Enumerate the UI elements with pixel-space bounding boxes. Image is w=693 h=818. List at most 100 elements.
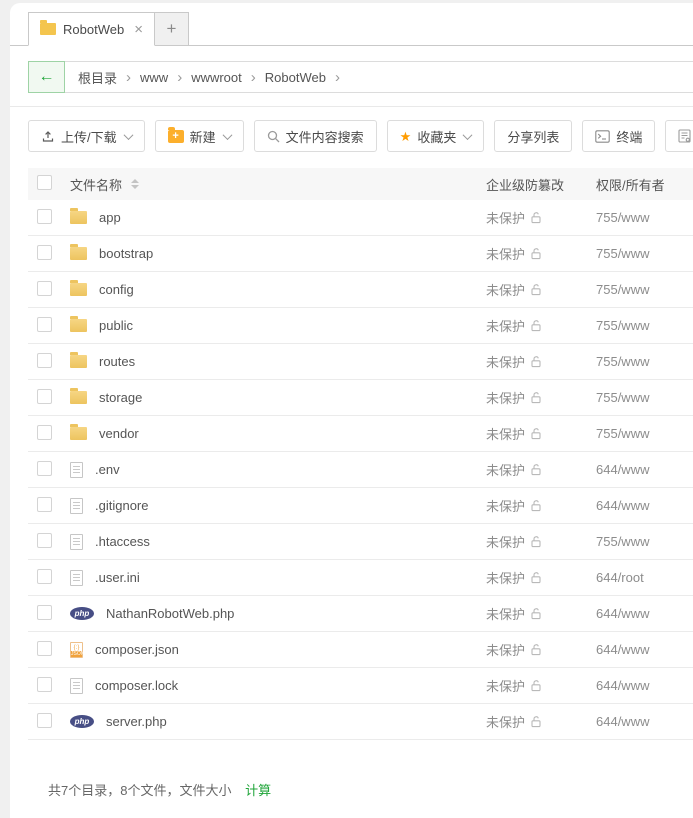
tamper-status[interactable]: 未保护 xyxy=(486,280,525,299)
file-name-link[interactable]: server.php xyxy=(106,714,167,729)
table-row: .gitignore 未保护 644/www xyxy=(28,488,693,524)
tamper-status[interactable]: 未保护 xyxy=(486,352,525,371)
tamper-status[interactable]: 未保护 xyxy=(486,244,525,263)
calculate-size-link[interactable]: 计算 xyxy=(245,783,271,798)
tamper-status[interactable]: 未保护 xyxy=(486,712,525,731)
file-name-link[interactable]: config xyxy=(99,282,134,297)
row-checkbox[interactable] xyxy=(37,604,52,620)
file-operations-log-button[interactable]: 文件操作记录 xyxy=(665,120,693,152)
close-icon[interactable]: × xyxy=(134,22,143,37)
file-name-link[interactable]: composer.lock xyxy=(95,678,178,693)
button-label: 文件内容搜索 xyxy=(285,129,364,145)
tamper-status[interactable]: 未保护 xyxy=(486,460,525,479)
permission-owner[interactable]: 644/root xyxy=(596,570,644,585)
tamper-status[interactable]: 未保护 xyxy=(486,640,525,659)
sort-icon[interactable] xyxy=(131,179,140,189)
row-checkbox[interactable] xyxy=(37,568,52,584)
permission-owner[interactable]: 644/www xyxy=(596,642,649,657)
row-checkbox[interactable] xyxy=(37,424,52,440)
select-all-checkbox[interactable] xyxy=(37,175,52,190)
permission-owner[interactable]: 755/www xyxy=(596,534,649,549)
tamper-status[interactable]: 未保护 xyxy=(486,604,525,623)
row-checkbox[interactable] xyxy=(37,316,52,332)
terminal-button[interactable]: 终端 xyxy=(582,120,656,152)
file-name-link[interactable]: storage xyxy=(99,390,142,405)
row-checkbox[interactable] xyxy=(37,280,52,296)
unlock-icon xyxy=(531,500,541,512)
file-name-link[interactable]: routes xyxy=(99,354,135,369)
row-checkbox[interactable] xyxy=(37,388,52,404)
file-name-link[interactable]: public xyxy=(99,318,133,333)
file-name-link[interactable]: .gitignore xyxy=(95,498,148,513)
file-name-link[interactable]: bootstrap xyxy=(99,246,153,261)
file-table: 文件名称 企业级防篡改 权限/所有者 app 未保护 755/www bootstra… xyxy=(28,168,693,740)
arrow-left-icon: ← xyxy=(38,68,55,85)
permission-owner[interactable]: 755/www xyxy=(596,426,649,441)
share-list-button[interactable]: 分享列表 xyxy=(494,120,573,152)
php-file-icon: php xyxy=(70,607,94,620)
chevron-right-icon: › xyxy=(126,68,132,86)
toolbar: 上传/下载 + 新建 文件内容搜索 ★ 收藏夹 分享列表 终端 文件操作记录 xyxy=(28,120,693,152)
permission-owner[interactable]: 755/www xyxy=(596,210,649,225)
permission-owner[interactable]: 755/www xyxy=(596,246,649,261)
tamper-status[interactable]: 未保护 xyxy=(486,316,525,335)
unlock-icon xyxy=(531,212,541,224)
favorites-button[interactable]: ★ 收藏夹 xyxy=(386,120,485,152)
content-search-button[interactable]: 文件内容搜索 xyxy=(253,120,377,152)
table-row: bootstrap 未保护 755/www xyxy=(28,236,693,272)
permission-owner[interactable]: 755/www xyxy=(596,282,649,297)
back-button[interactable]: ← xyxy=(28,61,65,93)
permission-owner[interactable]: 644/www xyxy=(596,606,649,621)
new-button[interactable]: + 新建 xyxy=(154,120,244,152)
folder-icon xyxy=(40,20,56,35)
permission-owner[interactable]: 644/www xyxy=(596,678,649,693)
tamper-status[interactable]: 未保护 xyxy=(486,496,525,515)
chevron-right-icon: › xyxy=(334,68,340,86)
row-checkbox[interactable] xyxy=(37,460,52,476)
file-name-link[interactable]: .htaccess xyxy=(95,534,150,549)
tab-robotweb[interactable]: RobotWeb × xyxy=(28,12,155,46)
new-tab-button[interactable]: + xyxy=(154,12,189,46)
chevron-down-icon xyxy=(222,129,233,140)
permission-owner[interactable]: 755/www xyxy=(596,318,649,333)
folder-icon xyxy=(70,388,87,404)
table-row: {:} JSON composer.json 未保护 644/www xyxy=(28,632,693,668)
button-label: 分享列表 xyxy=(507,129,560,145)
permission-owner[interactable]: 755/www xyxy=(596,390,649,405)
file-name-link[interactable]: NathanRobotWeb.php xyxy=(106,606,234,621)
file-name-link[interactable]: .user.ini xyxy=(95,570,140,585)
row-checkbox[interactable] xyxy=(37,532,52,548)
row-checkbox[interactable] xyxy=(37,676,52,692)
upload-download-button[interactable]: 上传/下载 xyxy=(28,120,145,152)
tamper-status[interactable]: 未保护 xyxy=(486,532,525,551)
tamper-status[interactable]: 未保护 xyxy=(486,676,525,695)
file-name-link[interactable]: composer.json xyxy=(95,642,179,657)
unlock-icon xyxy=(531,428,541,440)
tamper-status[interactable]: 未保护 xyxy=(486,424,525,443)
chevron-right-icon: › xyxy=(250,68,256,86)
upload-icon xyxy=(42,131,54,142)
row-checkbox[interactable] xyxy=(37,208,52,224)
row-checkbox[interactable] xyxy=(37,244,52,260)
file-name-link[interactable]: .env xyxy=(95,462,120,477)
permission-owner[interactable]: 644/www xyxy=(596,462,649,477)
permission-owner[interactable]: 755/www xyxy=(596,354,649,369)
breadcrumb-item[interactable]: www xyxy=(140,70,168,85)
tamper-status[interactable]: 未保护 xyxy=(486,388,525,407)
file-log-icon xyxy=(678,129,691,143)
breadcrumb-item[interactable]: wwwroot xyxy=(191,70,242,85)
breadcrumb-item[interactable]: RobotWeb xyxy=(265,70,326,85)
row-checkbox[interactable] xyxy=(37,712,52,728)
file-name-link[interactable]: app xyxy=(99,210,121,225)
permission-owner[interactable]: 644/www xyxy=(596,714,649,729)
tamper-status[interactable]: 未保护 xyxy=(486,208,525,227)
file-name-link[interactable]: vendor xyxy=(99,426,139,441)
tamper-status[interactable]: 未保护 xyxy=(486,568,525,587)
permission-owner[interactable]: 644/www xyxy=(596,498,649,513)
table-body: app 未保护 755/www bootstrap 未保护 755/www config 未保… xyxy=(28,200,693,740)
row-checkbox[interactable] xyxy=(37,640,52,656)
row-checkbox[interactable] xyxy=(37,352,52,368)
row-checkbox[interactable] xyxy=(37,496,52,512)
breadcrumb-item[interactable]: 根目录 xyxy=(78,68,117,87)
folder-icon xyxy=(70,280,87,296)
